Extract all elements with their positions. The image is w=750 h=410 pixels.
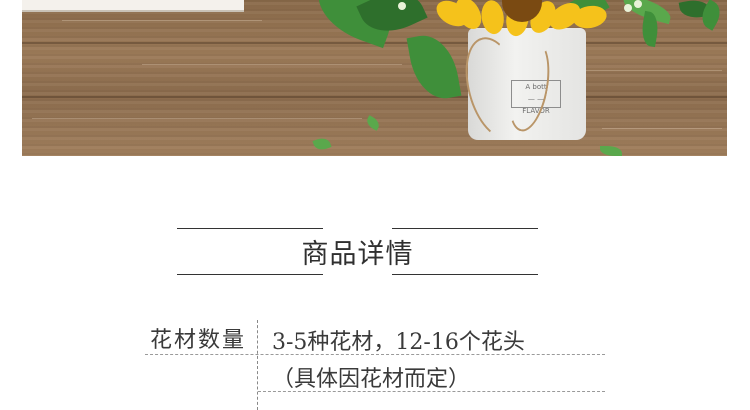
wood-grain (582, 70, 722, 71)
book-edge (22, 0, 244, 12)
leaf (312, 135, 332, 153)
table-divider-horizontal (145, 354, 605, 355)
wood-plank-seam (22, 96, 727, 98)
detail-value-flower-count: 3-5种花材，12-16个花头 (272, 330, 525, 355)
detail-label-flower-count: 花材数量 (150, 328, 247, 353)
table-divider-vertical (257, 320, 258, 410)
leaf (600, 146, 622, 156)
heading-rule-top-right (392, 228, 538, 229)
section-title: 商品详情 (301, 239, 414, 270)
wood-grain (142, 64, 402, 65)
heading-rule-bottom-left (177, 274, 323, 275)
wood-grain (62, 20, 262, 21)
white-bud (398, 2, 406, 10)
leaf (364, 115, 382, 131)
white-bud (624, 4, 632, 12)
table-divider-horizontal (258, 391, 605, 392)
heading-rule-bottom-right (392, 274, 538, 275)
white-bud (634, 0, 642, 8)
wood-grain (32, 118, 362, 119)
heading-rule-top-left (177, 228, 323, 229)
detail-value-note: （具体因花材而定） (272, 367, 471, 392)
product-photo: A bott — — FLAVOR (22, 0, 727, 156)
wood-grain (602, 128, 722, 129)
